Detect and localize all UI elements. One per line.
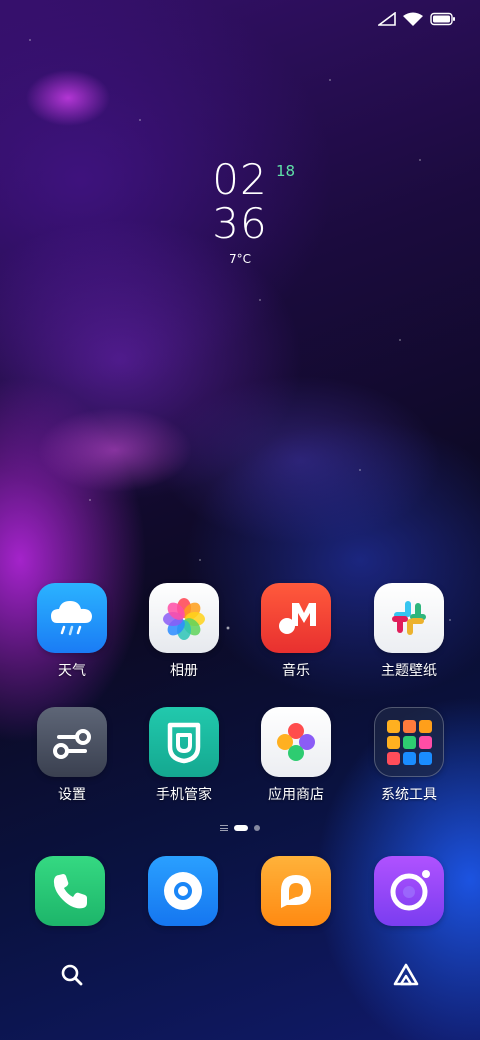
security-icon [149, 707, 219, 777]
app-label: 天气 [58, 663, 86, 679]
dock-camera[interactable] [359, 856, 459, 926]
page-menu-icon[interactable] [220, 825, 228, 831]
app-label: 主题壁纸 [381, 663, 437, 679]
app-label: 系统工具 [381, 787, 437, 803]
weather-temperature: 7°C [228, 252, 251, 266]
folder-icon [374, 707, 444, 777]
app-gallery[interactable]: 相册 [134, 583, 234, 680]
search-button[interactable] [42, 950, 102, 1004]
app-weather[interactable]: 天气 [22, 583, 122, 680]
dock-chat[interactable] [246, 856, 346, 926]
wifi-icon [403, 12, 423, 26]
app-security[interactable]: 手机管家 [134, 707, 234, 804]
dock-messages[interactable] [133, 856, 233, 926]
app-label: 设置 [58, 787, 86, 803]
phone-icon [35, 856, 105, 926]
clock-date: 18 [276, 162, 296, 180]
music-icon [261, 583, 331, 653]
settings-icon [37, 707, 107, 777]
app-label: 应用商店 [268, 787, 324, 803]
app-label: 音乐 [282, 663, 310, 679]
camera-icon [374, 856, 444, 926]
page-indicator[interactable] [0, 825, 480, 831]
weather-icon [37, 583, 107, 653]
app-label: 相册 [170, 663, 198, 679]
status-bar [378, 12, 456, 26]
assistant-button[interactable] [376, 950, 436, 1004]
messages-icon [148, 856, 218, 926]
clock-hours: 02 [212, 155, 268, 204]
assistant-icon [392, 962, 420, 992]
app-settings[interactable]: 设置 [22, 707, 122, 804]
app-store-icon [261, 707, 331, 777]
app-folder-system-tools[interactable]: 系统工具 [359, 707, 459, 804]
dock-phone[interactable] [20, 856, 120, 926]
page-dot-active[interactable] [234, 825, 248, 831]
clock-minutes: 36 [212, 199, 268, 248]
page-dot[interactable] [254, 825, 260, 831]
themes-icon [374, 583, 444, 653]
app-store[interactable]: 应用商店 [246, 707, 346, 804]
gallery-icon [149, 583, 219, 653]
app-themes[interactable]: 主题壁纸 [359, 583, 459, 680]
chat-icon [261, 856, 331, 926]
search-icon [60, 963, 84, 991]
app-label: 手机管家 [156, 787, 212, 803]
clock-widget[interactable]: 02 36 18 7°C [0, 155, 480, 267]
battery-icon [430, 12, 456, 26]
app-music[interactable]: 音乐 [246, 583, 346, 680]
cellular-signal-icon [378, 12, 396, 26]
